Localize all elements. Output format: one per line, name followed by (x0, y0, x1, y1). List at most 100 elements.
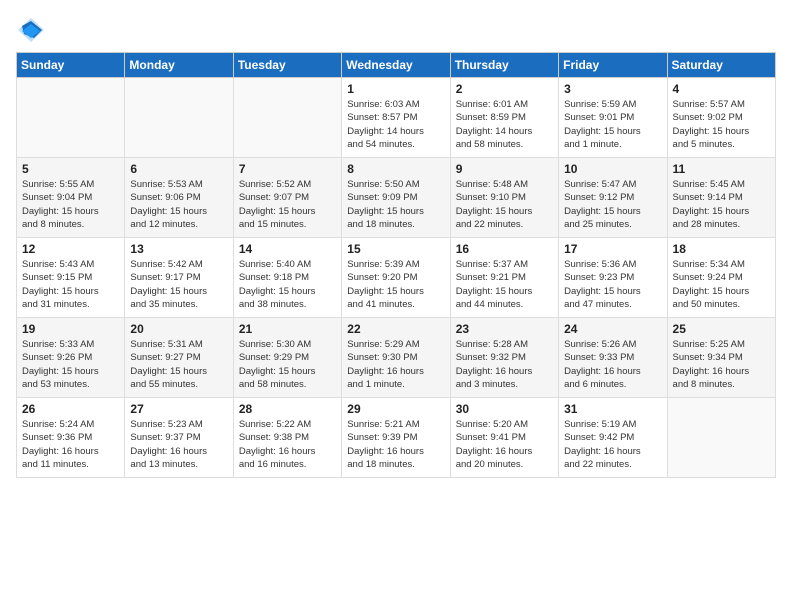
day-number: 8 (347, 162, 444, 176)
cell-sun-info: Sunrise: 5:40 AM Sunset: 9:18 PM Dayligh… (239, 258, 336, 311)
day-number: 6 (130, 162, 227, 176)
cell-sun-info: Sunrise: 6:03 AM Sunset: 8:57 PM Dayligh… (347, 98, 444, 151)
calendar-cell: 2 Sunrise: 6:01 AM Sunset: 8:59 PM Daylig… (450, 78, 558, 158)
calendar-cell: 31 Sunrise: 5:19 AM Sunset: 9:42 PM Dayli… (559, 398, 667, 478)
calendar-cell: 15 Sunrise: 5:39 AM Sunset: 9:20 PM Dayli… (342, 238, 450, 318)
day-number: 27 (130, 402, 227, 416)
calendar-cell: 16 Sunrise: 5:37 AM Sunset: 9:21 PM Dayli… (450, 238, 558, 318)
weekday-header: Thursday (450, 53, 558, 78)
calendar-cell: 30 Sunrise: 5:20 AM Sunset: 9:41 PM Dayli… (450, 398, 558, 478)
day-number: 25 (673, 322, 770, 336)
day-number: 26 (22, 402, 119, 416)
day-number: 13 (130, 242, 227, 256)
day-number: 4 (673, 82, 770, 96)
cell-sun-info: Sunrise: 5:37 AM Sunset: 9:21 PM Dayligh… (456, 258, 553, 311)
cell-sun-info: Sunrise: 5:19 AM Sunset: 9:42 PM Dayligh… (564, 418, 661, 471)
cell-sun-info: Sunrise: 5:20 AM Sunset: 9:41 PM Dayligh… (456, 418, 553, 471)
calendar-cell (233, 78, 341, 158)
day-number: 16 (456, 242, 553, 256)
day-number: 15 (347, 242, 444, 256)
calendar-cell: 3 Sunrise: 5:59 AM Sunset: 9:01 PM Daylig… (559, 78, 667, 158)
calendar-week-row: 12Sunrise: 5:43 AM Sunset: 9:15 PM Dayli… (17, 238, 776, 318)
calendar-cell: 25 Sunrise: 5:25 AM Sunset: 9:34 PM Dayli… (667, 318, 775, 398)
cell-sun-info: Sunrise: 5:31 AM Sunset: 9:27 PM Dayligh… (130, 338, 227, 391)
weekday-header: Monday (125, 53, 233, 78)
calendar-header-row: SundayMondayTuesdayWednesdayThursdayFrid… (17, 53, 776, 78)
calendar-cell: 18 Sunrise: 5:34 AM Sunset: 9:24 PM Dayli… (667, 238, 775, 318)
weekday-header: Saturday (667, 53, 775, 78)
calendar-cell: 22 Sunrise: 5:29 AM Sunset: 9:30 PM Dayli… (342, 318, 450, 398)
day-number: 2 (456, 82, 553, 96)
cell-sun-info: Sunrise: 5:42 AM Sunset: 9:17 PM Dayligh… (130, 258, 227, 311)
calendar-cell: 13 Sunrise: 5:42 AM Sunset: 9:17 PM Dayli… (125, 238, 233, 318)
calendar-week-row: 1Sunrise: 6:03 AM Sunset: 8:57 PM Daylig… (17, 78, 776, 158)
cell-sun-info: Sunrise: 5:53 AM Sunset: 9:06 PM Dayligh… (130, 178, 227, 231)
calendar-cell (667, 398, 775, 478)
cell-sun-info: Sunrise: 5:47 AM Sunset: 9:12 PM Dayligh… (564, 178, 661, 231)
day-number: 18 (673, 242, 770, 256)
day-number: 31 (564, 402, 661, 416)
cell-sun-info: Sunrise: 5:29 AM Sunset: 9:30 PM Dayligh… (347, 338, 444, 391)
cell-sun-info: Sunrise: 5:25 AM Sunset: 9:34 PM Dayligh… (673, 338, 770, 391)
logo (16, 16, 50, 44)
day-number: 14 (239, 242, 336, 256)
calendar-cell: 10Sunrise: 5:47 AM Sunset: 9:12 PM Dayli… (559, 158, 667, 238)
calendar-cell: 19Sunrise: 5:33 AM Sunset: 9:26 PM Dayli… (17, 318, 125, 398)
day-number: 30 (456, 402, 553, 416)
calendar-cell: 26 Sunrise: 5:24 AM Sunset: 9:36 PM Dayli… (17, 398, 125, 478)
calendar-cell: 7Sunrise: 5:52 AM Sunset: 9:07 PM Daylig… (233, 158, 341, 238)
calendar-cell: 28 Sunrise: 5:22 AM Sunset: 9:38 PM Dayli… (233, 398, 341, 478)
cell-sun-info: Sunrise: 5:22 AM Sunset: 9:38 PM Dayligh… (239, 418, 336, 471)
cell-sun-info: Sunrise: 5:30 AM Sunset: 9:29 PM Dayligh… (239, 338, 336, 391)
calendar-body: 1Sunrise: 6:03 AM Sunset: 8:57 PM Daylig… (17, 78, 776, 478)
calendar-cell: 14 Sunrise: 5:40 AM Sunset: 9:18 PM Dayli… (233, 238, 341, 318)
day-number: 28 (239, 402, 336, 416)
cell-sun-info: Sunrise: 5:28 AM Sunset: 9:32 PM Dayligh… (456, 338, 553, 391)
cell-sun-info: Sunrise: 5:24 AM Sunset: 9:36 PM Dayligh… (22, 418, 119, 471)
day-number: 22 (347, 322, 444, 336)
calendar-cell: 24 Sunrise: 5:26 AM Sunset: 9:33 PM Dayli… (559, 318, 667, 398)
calendar-cell: 11 Sunrise: 5:45 AM Sunset: 9:14 PM Dayli… (667, 158, 775, 238)
cell-sun-info: Sunrise: 5:39 AM Sunset: 9:20 PM Dayligh… (347, 258, 444, 311)
calendar-cell: 12Sunrise: 5:43 AM Sunset: 9:15 PM Dayli… (17, 238, 125, 318)
calendar-week-row: 26 Sunrise: 5:24 AM Sunset: 9:36 PM Dayli… (17, 398, 776, 478)
weekday-header: Sunday (17, 53, 125, 78)
day-number: 3 (564, 82, 661, 96)
day-number: 20 (130, 322, 227, 336)
calendar-cell (125, 78, 233, 158)
calendar-week-row: 5Sunrise: 5:55 AM Sunset: 9:04 PM Daylig… (17, 158, 776, 238)
cell-sun-info: Sunrise: 5:43 AM Sunset: 9:15 PM Dayligh… (22, 258, 119, 311)
cell-sun-info: Sunrise: 6:01 AM Sunset: 8:59 PM Dayligh… (456, 98, 553, 151)
calendar-cell: 4 Sunrise: 5:57 AM Sunset: 9:02 PM Daylig… (667, 78, 775, 158)
logo-icon (16, 16, 46, 44)
calendar-cell (17, 78, 125, 158)
day-number: 17 (564, 242, 661, 256)
calendar-cell: 21 Sunrise: 5:30 AM Sunset: 9:29 PM Dayli… (233, 318, 341, 398)
weekday-header: Friday (559, 53, 667, 78)
weekday-header: Tuesday (233, 53, 341, 78)
calendar-table: SundayMondayTuesdayWednesdayThursdayFrid… (16, 52, 776, 478)
calendar-cell: 29Sunrise: 5:21 AM Sunset: 9:39 PM Dayli… (342, 398, 450, 478)
day-number: 9 (456, 162, 553, 176)
calendar-cell: 9 Sunrise: 5:48 AM Sunset: 9:10 PM Daylig… (450, 158, 558, 238)
cell-sun-info: Sunrise: 5:36 AM Sunset: 9:23 PM Dayligh… (564, 258, 661, 311)
calendar-cell: 1Sunrise: 6:03 AM Sunset: 8:57 PM Daylig… (342, 78, 450, 158)
cell-sun-info: Sunrise: 5:59 AM Sunset: 9:01 PM Dayligh… (564, 98, 661, 151)
cell-sun-info: Sunrise: 5:45 AM Sunset: 9:14 PM Dayligh… (673, 178, 770, 231)
day-number: 24 (564, 322, 661, 336)
day-number: 21 (239, 322, 336, 336)
day-number: 11 (673, 162, 770, 176)
cell-sun-info: Sunrise: 5:26 AM Sunset: 9:33 PM Dayligh… (564, 338, 661, 391)
calendar-cell: 8 Sunrise: 5:50 AM Sunset: 9:09 PM Daylig… (342, 158, 450, 238)
cell-sun-info: Sunrise: 5:23 AM Sunset: 9:37 PM Dayligh… (130, 418, 227, 471)
page-header (16, 16, 776, 44)
cell-sun-info: Sunrise: 5:57 AM Sunset: 9:02 PM Dayligh… (673, 98, 770, 151)
cell-sun-info: Sunrise: 5:55 AM Sunset: 9:04 PM Dayligh… (22, 178, 119, 231)
cell-sun-info: Sunrise: 5:50 AM Sunset: 9:09 PM Dayligh… (347, 178, 444, 231)
cell-sun-info: Sunrise: 5:52 AM Sunset: 9:07 PM Dayligh… (239, 178, 336, 231)
cell-sun-info: Sunrise: 5:33 AM Sunset: 9:26 PM Dayligh… (22, 338, 119, 391)
calendar-cell: 20 Sunrise: 5:31 AM Sunset: 9:27 PM Dayli… (125, 318, 233, 398)
cell-sun-info: Sunrise: 5:34 AM Sunset: 9:24 PM Dayligh… (673, 258, 770, 311)
calendar-cell: 6 Sunrise: 5:53 AM Sunset: 9:06 PM Daylig… (125, 158, 233, 238)
cell-sun-info: Sunrise: 5:48 AM Sunset: 9:10 PM Dayligh… (456, 178, 553, 231)
